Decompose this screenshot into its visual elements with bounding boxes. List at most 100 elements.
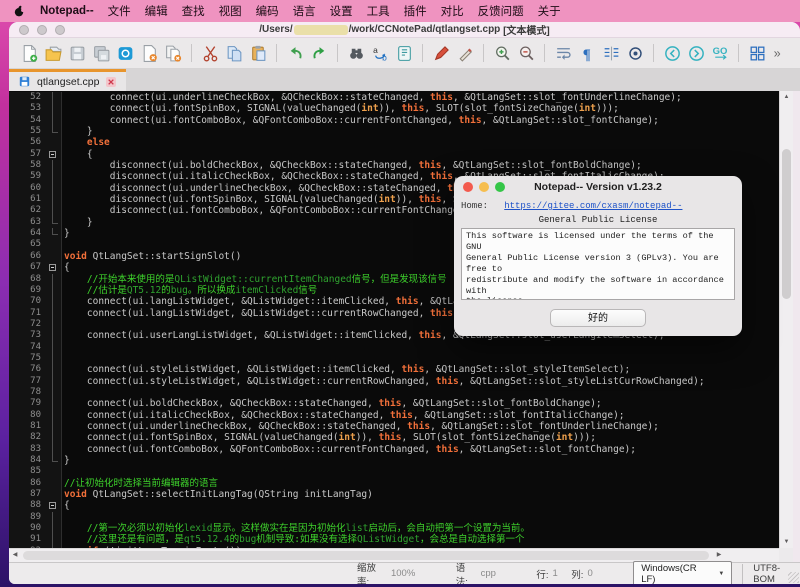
- eol-select[interactable]: Windows(CR LF) ▼: [633, 561, 732, 585]
- code-line-91[interactable]: 91 //这里还是有问题，是qt5.12.4的bug机制导致:如果没有选择QLi…: [9, 534, 779, 545]
- fold-marker-icon[interactable]: [46, 500, 62, 511]
- dialog-close-button[interactable]: [463, 182, 473, 192]
- dialog-title-bar[interactable]: Notepad-- Version v1.23.2: [454, 176, 742, 198]
- dialog-minimize-button[interactable]: [479, 182, 489, 192]
- code-line-76[interactable]: 76 connect(ui.styleListWidget, &QListWid…: [9, 364, 779, 375]
- code-line-78[interactable]: 78: [9, 387, 779, 398]
- code-line-82[interactable]: 82 connect(ui.fontSpinBox, SIGNAL(valueC…: [9, 432, 779, 443]
- vertical-scroll-thumb[interactable]: [782, 149, 791, 299]
- vertical-scrollbar[interactable]: ▲ ▼: [779, 91, 793, 548]
- code-line-85[interactable]: 85: [9, 466, 779, 477]
- menu-item-6[interactable]: 语言: [293, 3, 316, 19]
- menu-item-3[interactable]: 查找: [182, 3, 205, 19]
- redo-icon[interactable]: [310, 44, 329, 63]
- scroll-down-icon[interactable]: ▼: [780, 537, 793, 547]
- line-number: 52: [9, 92, 46, 103]
- home-link[interactable]: https://gitee.com/cxasm/notepad--: [504, 201, 682, 211]
- dialog-zoom-button[interactable]: [495, 182, 505, 192]
- menu-items: 文件编辑查找视图编码语言设置工具插件对比反馈问题关于: [108, 3, 561, 19]
- fold-marker-icon[interactable]: [46, 149, 62, 160]
- menu-item-5[interactable]: 编码: [256, 3, 279, 19]
- code-line-53[interactable]: 53 connect(ui.fontSpinBox, SIGNAL(valueC…: [9, 103, 779, 114]
- cut-icon[interactable]: [201, 44, 220, 63]
- code-line-81[interactable]: 81 connect(ui.underlineCheckBox, &QCheck…: [9, 421, 779, 432]
- menu-item-9[interactable]: 插件: [404, 3, 427, 19]
- close-file-icon[interactable]: [140, 44, 159, 63]
- undo-icon[interactable]: [286, 44, 305, 63]
- resize-grip[interactable]: [788, 572, 799, 583]
- new-file-icon[interactable]: [20, 44, 39, 63]
- apple-logo-icon[interactable]: [12, 4, 26, 19]
- save-all-icon[interactable]: [92, 44, 111, 63]
- replace-icon[interactable]: ab: [371, 44, 390, 63]
- zoom-button[interactable]: [55, 25, 65, 35]
- code-line-86[interactable]: 86//让初始化时选择当前编辑器的语言: [9, 478, 779, 489]
- code-line-75[interactable]: 75: [9, 353, 779, 364]
- code-line-54[interactable]: 54 connect(ui.fontComboBox, &QFontComboB…: [9, 115, 779, 126]
- locate-icon[interactable]: [626, 44, 645, 63]
- menu-item-2[interactable]: 编辑: [145, 3, 168, 19]
- code-line-74[interactable]: 74: [9, 342, 779, 353]
- code-line-56[interactable]: 56 else: [9, 137, 779, 148]
- erase-marker-icon[interactable]: [456, 44, 475, 63]
- code-line-84[interactable]: 84}: [9, 455, 779, 466]
- code-text: }: [62, 126, 93, 137]
- code-text: connect(ui.fontSpinBox, SIGNAL(valueChan…: [62, 103, 619, 114]
- tab-qtlangset[interactable]: qtlangset.cpp: [9, 69, 126, 91]
- menu-item-1[interactable]: 文件: [108, 3, 131, 19]
- code-line-57[interactable]: 57 {: [9, 149, 779, 160]
- close-all-icon[interactable]: [164, 44, 183, 63]
- code-line-80[interactable]: 80 connect(ui.italicCheckBox, &QCheckBox…: [9, 410, 779, 421]
- code-line-90[interactable]: 90 //第一次必须以初始化lexid显示。这样做实在是因为初始化list启动后…: [9, 523, 779, 534]
- word-wrap-icon[interactable]: [554, 44, 573, 63]
- menu-item-11[interactable]: 反馈问题: [478, 3, 524, 19]
- chevron-down-icon: ▼: [718, 571, 724, 577]
- menu-item-8[interactable]: 工具: [367, 3, 390, 19]
- window-grid-icon[interactable]: [748, 44, 767, 63]
- scroll-left-icon[interactable]: ◀: [9, 549, 21, 562]
- code-line-55[interactable]: 55 }: [9, 126, 779, 137]
- window-title-bar[interactable]: /Users/ /work/CCNotePad/qtlangset.cpp [文…: [9, 22, 800, 38]
- menu-item-12[interactable]: 关于: [538, 3, 561, 19]
- minimize-button[interactable]: [37, 25, 47, 35]
- save-icon[interactable]: [68, 44, 87, 63]
- indent-guide-icon[interactable]: [602, 44, 621, 63]
- find-icon[interactable]: [347, 44, 366, 63]
- zoom-in-icon[interactable]: [493, 44, 512, 63]
- code-line-58[interactable]: 58 disconnect(ui.boldCheckBox, &QCheckBo…: [9, 160, 779, 171]
- close-button[interactable]: [19, 25, 29, 35]
- menu-app-name[interactable]: Notepad--: [40, 5, 94, 17]
- code-text: [62, 239, 64, 250]
- paste-icon[interactable]: [249, 44, 268, 63]
- code-line-79[interactable]: 79 connect(ui.boldCheckBox, &QCheckBox::…: [9, 398, 779, 409]
- code-line-89[interactable]: 89: [9, 512, 779, 523]
- code-line-83[interactable]: 83 connect(ui.fontComboBox, &QFontComboB…: [9, 444, 779, 455]
- code-text: connect(ui.underlineCheckBox, &QCheckBox…: [62, 421, 659, 432]
- tab-close-icon[interactable]: [105, 76, 117, 88]
- scroll-up-icon[interactable]: ▲: [780, 92, 793, 102]
- back-icon[interactable]: [663, 44, 682, 63]
- copy-icon[interactable]: [225, 44, 244, 63]
- mark-icon[interactable]: [395, 44, 414, 63]
- forward-icon[interactable]: [687, 44, 706, 63]
- open-file-icon[interactable]: [44, 44, 63, 63]
- menu-item-10[interactable]: 对比: [441, 3, 464, 19]
- menu-item-7[interactable]: 设置: [330, 3, 353, 19]
- license-text-box: This software is licensed under the term…: [461, 228, 735, 300]
- goto-line-icon[interactable]: GO: [711, 44, 730, 63]
- marker-icon[interactable]: [432, 44, 451, 63]
- zoom-out-icon[interactable]: [517, 44, 536, 63]
- more-icon[interactable]: »: [771, 44, 790, 63]
- code-line-52[interactable]: 52 connect(ui.underlineCheckBox, &QCheck…: [9, 92, 779, 103]
- fold-guide: [46, 274, 62, 285]
- capture-icon[interactable]: [116, 44, 135, 63]
- code-text: connect(ui.boldCheckBox, &QCheckBox::sta…: [62, 398, 602, 409]
- menu-item-4[interactable]: 视图: [219, 3, 242, 19]
- code-line-87[interactable]: 87void QtLangSet::selectInitLangTag(QStr…: [9, 489, 779, 500]
- code-line-77[interactable]: 77 connect(ui.styleListWidget, &QListWid…: [9, 376, 779, 387]
- code-line-88[interactable]: 88{: [9, 500, 779, 511]
- show-symbol-icon[interactable]: ¶: [578, 44, 597, 63]
- line-number: 64: [9, 228, 46, 239]
- fold-marker-icon[interactable]: [46, 262, 62, 273]
- ok-button[interactable]: 好的: [550, 309, 646, 327]
